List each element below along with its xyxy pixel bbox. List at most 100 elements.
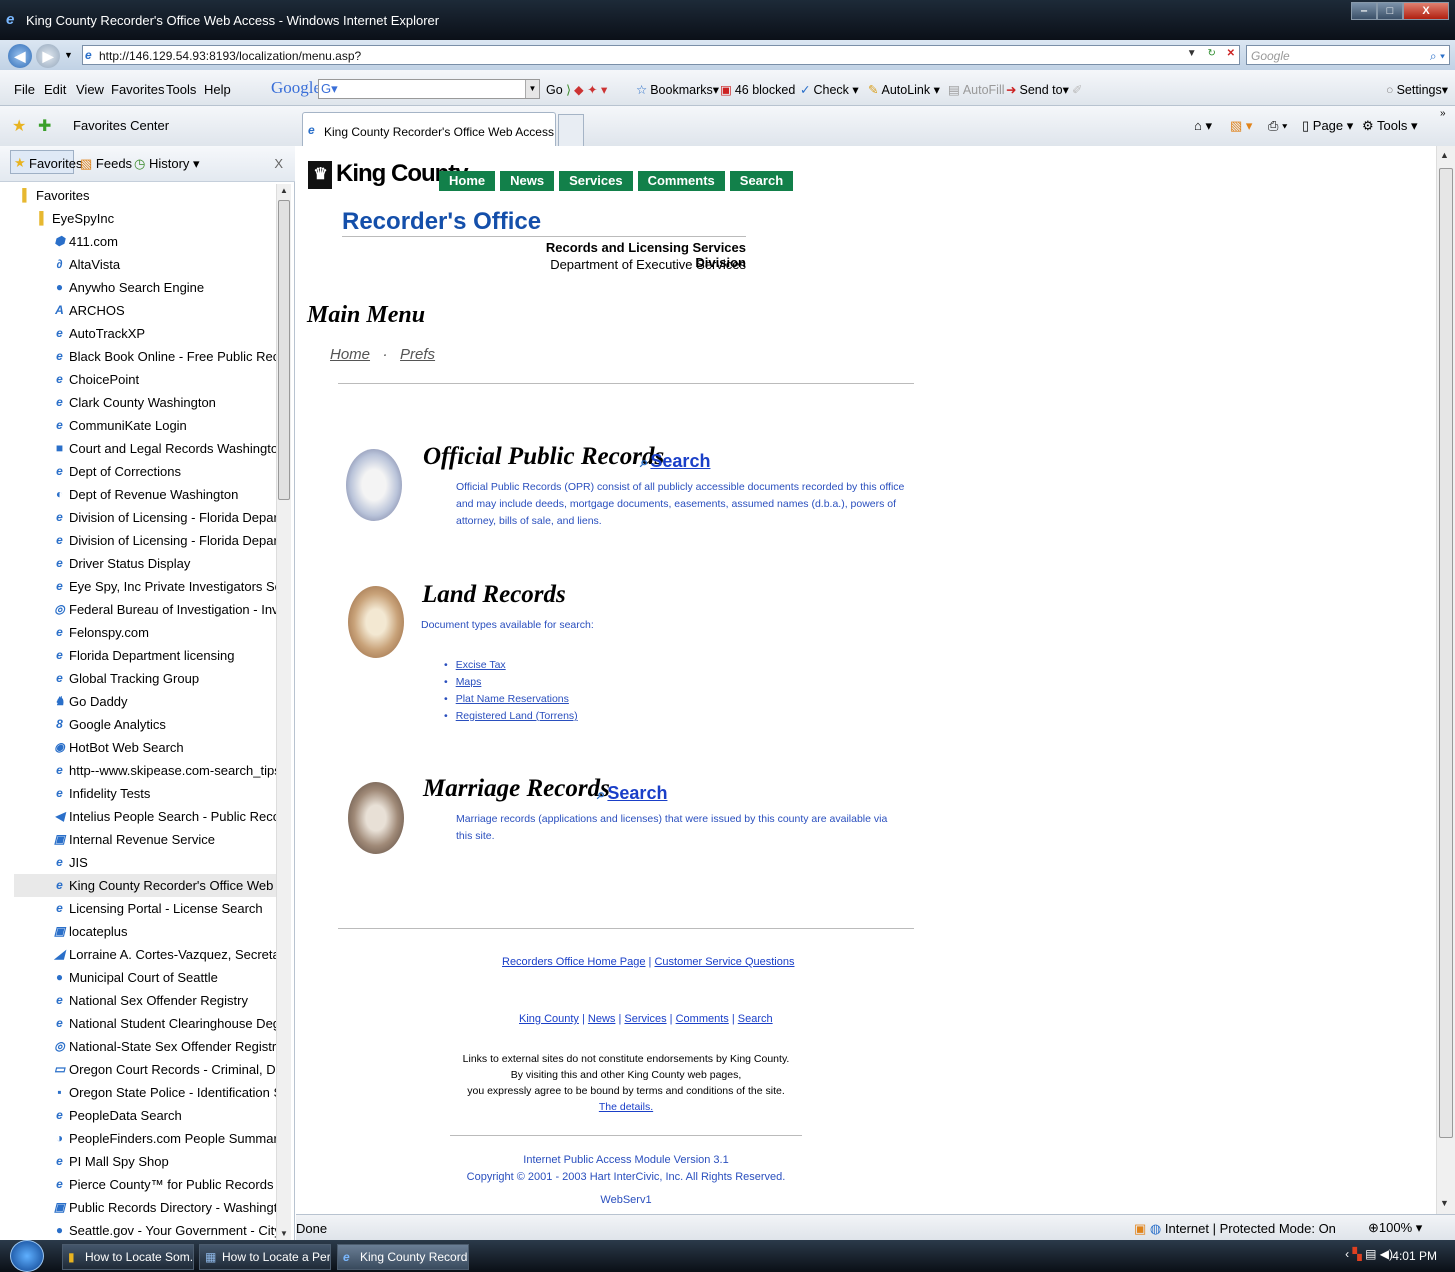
menu-file[interactable]: File (14, 82, 35, 97)
opr-search-link[interactable]: ⌕ Search (640, 451, 710, 472)
footer-services-link[interactable]: Services (624, 1013, 666, 1025)
favorites-root-folder[interactable]: ▌ Favorites (14, 184, 278, 207)
favorite-item[interactable]: ♞ Go Daddy (14, 690, 278, 713)
favorite-item[interactable]: ▣ locateplus (14, 920, 278, 943)
close-window-button[interactable]: X (1403, 2, 1449, 20)
sidebar-tab-favorites[interactable]: ★ Favorites (10, 150, 82, 174)
favorite-item[interactable]: e JIS (14, 851, 278, 874)
google-search-dropdown-icon[interactable]: ▼ (525, 80, 539, 98)
menu-edit[interactable]: Edit (44, 82, 66, 97)
favorite-item[interactable]: ▪ Oregon State Police - Identification Se… (14, 1081, 278, 1104)
plat-name-reservations-link[interactable]: Plat Name Reservations (456, 693, 569, 705)
favorite-item[interactable]: ▣ Internal Revenue Service (14, 828, 278, 851)
scroll-up-icon[interactable]: ▲ (278, 186, 290, 195)
footer-king-county-link[interactable]: King County (519, 1013, 579, 1025)
minimize-button[interactable]: ‒ (1351, 2, 1377, 20)
taskbar-button-king-county[interactable]: e King County Record... (337, 1244, 469, 1270)
search-icon[interactable]: ⌕ ▾ (1430, 49, 1445, 64)
footer-comments-link[interactable]: Comments (676, 1013, 729, 1025)
favorite-item[interactable]: e Clark County Washington (14, 391, 278, 414)
add-to-favorites-icon[interactable]: ✚ (38, 116, 51, 136)
favorite-item[interactable]: ▣ Public Records Directory - Washington (14, 1196, 278, 1219)
google-go-button[interactable]: Go ⟩ (546, 82, 571, 97)
favorites-center-star-icon[interactable]: ★ (12, 116, 26, 136)
favorite-item[interactable]: ◐ Dept of Revenue Washington (14, 483, 278, 506)
favorite-item[interactable]: e Licensing Portal - License Search (14, 897, 278, 920)
scroll-up-icon[interactable]: ▲ (1440, 150, 1449, 160)
zoom-control[interactable]: ⊕100% ▾ (1368, 1220, 1422, 1236)
favorite-item[interactable]: e PeopleData Search (14, 1104, 278, 1127)
search-box[interactable]: Google ⌕ ▾ (1246, 45, 1450, 65)
terms-details-link[interactable]: The details. (599, 1101, 653, 1113)
favorite-item[interactable]: ▭Oregon Court Records - Criminal, Divorc… (14, 1058, 278, 1081)
google-settings-button[interactable]: ○ Settings▾ (1386, 82, 1448, 97)
back-button[interactable]: ◀ (8, 44, 32, 68)
sidebar-close-button[interactable]: X (274, 156, 283, 171)
favorite-item[interactable]: e Black Book Online - Free Public Record … (14, 345, 278, 368)
favorite-item[interactable]: 8 Google Analytics (14, 713, 278, 736)
favorite-item[interactable]: ● Seattle.gov - Your Government - City Se… (14, 1219, 278, 1240)
registered-land-link[interactable]: Registered Land (Torrens) (456, 710, 578, 722)
favorite-item[interactable]: e National Student Clearinghouse Degree V… (14, 1012, 278, 1035)
favorite-item[interactable]: ◎ National-State Sex Offender Registry (14, 1035, 278, 1058)
new-tab-button[interactable] (558, 114, 584, 146)
taskbar-button-locate-per[interactable]: ▦ How to Locate a Per... (199, 1244, 331, 1270)
google-search-input[interactable]: G▾ ▼ (318, 79, 540, 99)
favorite-item[interactable]: e AutoTrackXP (14, 322, 278, 345)
footer-news-link[interactable]: News (588, 1013, 616, 1025)
menu-tools[interactable]: Tools (166, 82, 196, 97)
favorite-item[interactable]: A ARCHOS (14, 299, 278, 322)
excise-tax-link[interactable]: Excise Tax (456, 659, 506, 671)
favorites-center-label[interactable]: Favorites Center (73, 118, 169, 133)
content-scroll-thumb[interactable] (1439, 168, 1453, 1138)
pagerank-icon[interactable]: ◆ ✦ ▾ (574, 82, 607, 97)
marriage-search-link[interactable]: ⌕ Search (597, 783, 667, 804)
breadcrumb-home[interactable]: Home (330, 346, 370, 363)
home-icon[interactable]: ⌂ ▾ (1194, 118, 1212, 134)
print-icon[interactable]: ⎙ ▾ (1268, 118, 1287, 134)
favorite-item[interactable]: e Driver Status Display (14, 552, 278, 575)
refresh-icon[interactable]: ↻ (1207, 48, 1215, 59)
menu-favorites[interactable]: Favorites (111, 82, 164, 97)
favorite-item[interactable]: e Dept of Corrections (14, 460, 278, 483)
favorite-item[interactable]: ● Municipal Court of Seattle (14, 966, 278, 989)
favorite-item[interactable]: e Infidelity Tests (14, 782, 278, 805)
address-bar[interactable]: e http://146.129.54.93:8193/localization… (82, 45, 1240, 65)
menu-view[interactable]: View (76, 82, 104, 97)
favorite-item[interactable]: ◎ Federal Bureau of Investigation - Inves… (14, 598, 278, 621)
recorders-home-page-link[interactable]: Recorders Office Home Page (502, 956, 645, 968)
sidebar-scroll-thumb[interactable] (278, 200, 290, 500)
bookmarks-button[interactable]: ☆ Bookmarks▾ (636, 82, 719, 97)
nav-news[interactable]: News (500, 171, 555, 191)
google-toolbar-logo[interactable]: Google (271, 78, 321, 98)
nav-comments[interactable]: Comments (637, 171, 725, 191)
scroll-down-icon[interactable]: ▼ (1440, 1198, 1449, 1208)
nav-services[interactable]: Services (559, 171, 633, 191)
forward-button[interactable]: ▶ (36, 44, 60, 68)
security-zone[interactable]: ▣ ◍ Internet | Protected Mode: On (1134, 1221, 1336, 1237)
tools-menu-button[interactable]: ⚙ Tools ▾ (1362, 118, 1418, 134)
spell-check-button[interactable]: ✓ Check ▾ (800, 82, 859, 97)
favorite-item[interactable]: e Division of Licensing - Florida Departm… (14, 506, 278, 529)
url-text[interactable]: http://146.129.54.93:8193/localization/m… (99, 49, 361, 63)
page-menu-button[interactable]: ▯ Page ▾ (1302, 118, 1353, 134)
favorite-item[interactable]: ⬢ 411.com (14, 230, 278, 253)
favorite-item[interactable]: ◉ HotBot Web Search (14, 736, 278, 759)
maximize-button[interactable]: □ (1377, 2, 1403, 20)
chevron-more-icon[interactable]: » (1440, 108, 1446, 119)
favorite-item[interactable]: e Eye Spy, Inc Private Investigators Seat… (14, 575, 278, 598)
favorite-item[interactable]: e http--www.skipease.com-search_tips-free… (14, 759, 278, 782)
customer-service-link[interactable]: Customer Service Questions (654, 956, 794, 968)
favorite-item[interactable]: ◢ Lorraine A. Cortes-Vazquez, Secretary o… (14, 943, 278, 966)
favorite-item[interactable]: e Division of Licensing - Florida Departm… (14, 529, 278, 552)
start-button[interactable] (10, 1240, 44, 1272)
nav-search[interactable]: Search (729, 171, 794, 191)
favorite-item[interactable]: e CommuniKate Login (14, 414, 278, 437)
system-tray[interactable]: ‹ ▚ ▤ ◀) (1345, 1247, 1393, 1261)
favorite-item[interactable]: ◀ Intelius People Search - Public Records… (14, 805, 278, 828)
favorite-item[interactable]: e King County Recorder's Office Web Acces… (14, 874, 278, 897)
popup-blocker-button[interactable]: ▣ 46 blocked (720, 82, 795, 97)
tray-expand-icon[interactable]: ‹ (1345, 1247, 1349, 1261)
sidebar-scrollbar[interactable]: ▲ ▼ (276, 184, 291, 1240)
favorite-item[interactable]: e Florida Department licensing (14, 644, 278, 667)
